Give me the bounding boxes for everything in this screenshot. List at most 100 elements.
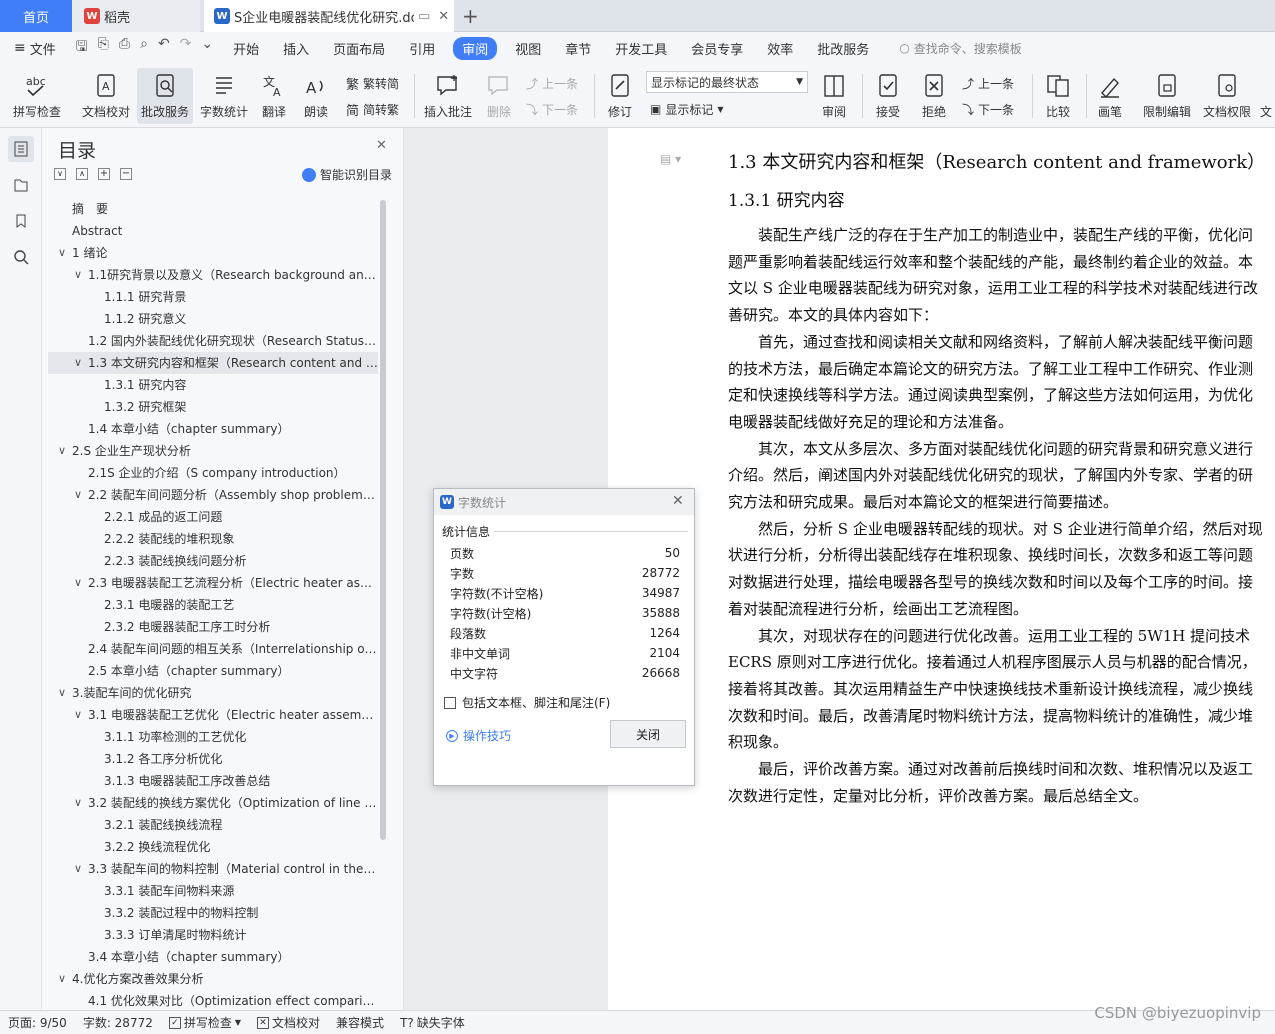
translate-button[interactable]: 文A 翻译 xyxy=(256,68,292,124)
print-icon[interactable]: ⎙ xyxy=(119,36,130,60)
toc-scrollbar[interactable] xyxy=(380,200,386,840)
document-body[interactable]: 装配生产线广泛的存在于生产加工的制造业中，装配生产线的平衡，优化问 题严重影响着装… xyxy=(728,222,1275,809)
toc-item[interactable]: 1.1.2 研究意义 xyxy=(48,308,378,330)
pen-button[interactable]: 画笔 xyxy=(1092,68,1128,124)
expand-all-icon[interactable]: ∨ xyxy=(54,168,66,180)
export-icon[interactable]: ⎘ xyxy=(98,36,109,60)
menu-item[interactable]: 批改服务 xyxy=(811,39,875,58)
hamburger-menu[interactable]: ≡ 文件 xyxy=(0,39,62,58)
read-aloud-button[interactable]: A 朗读 xyxy=(298,68,334,124)
expand-level-icon[interactable]: + xyxy=(98,168,110,180)
toc-rail-button[interactable] xyxy=(8,136,34,162)
simp-to-trad-button[interactable]: 简简转繁 xyxy=(346,98,399,120)
close-pane-icon[interactable]: ✕ xyxy=(376,138,387,153)
menu-item[interactable]: 会员专享 xyxy=(685,39,749,58)
toc-item[interactable]: 3.2.2 换线流程优化 xyxy=(48,836,378,858)
toc-item[interactable]: 2.3.2 电暖器装配工序工时分析 xyxy=(48,616,378,638)
menu-item[interactable]: 插入 xyxy=(277,39,315,58)
chevron-down-icon[interactable]: ∨ xyxy=(74,792,82,814)
toc-item[interactable]: 1.4 本章小结（chapter summary） xyxy=(48,418,378,440)
tab-document[interactable]: W S企业电暖器装配线优化研究.doc ▭ ✕ xyxy=(204,0,454,32)
find-rail-button[interactable] xyxy=(8,244,34,270)
menu-item[interactable]: 效率 xyxy=(761,39,799,58)
insert-comment-button[interactable]: 插入批注 xyxy=(422,68,474,124)
toc-item[interactable]: 3.1.2 各工序分析优化 xyxy=(48,748,378,770)
accept-button[interactable]: 接受 xyxy=(868,68,908,124)
collapse-level-icon[interactable]: − xyxy=(120,168,132,180)
menu-item[interactable]: 引用 xyxy=(403,39,441,58)
toc-item[interactable]: 3.1.3 电暖器装配工序改善总结 xyxy=(48,770,378,792)
document-proof-button[interactable]: A 文档校对 xyxy=(80,68,132,124)
menu-item[interactable]: 章节 xyxy=(559,39,597,58)
trad-to-simp-button[interactable]: 繁繁转简 xyxy=(346,72,399,94)
toc-item[interactable]: 1.1.1 研究背景 xyxy=(48,286,378,308)
compare-button[interactable]: 比较 xyxy=(1038,68,1078,124)
menu-item[interactable]: 页面布局 xyxy=(327,39,391,58)
chevron-down-icon[interactable]: ∨ xyxy=(58,682,66,704)
dialog-close-icon[interactable]: ✕ xyxy=(672,493,684,509)
toc-item[interactable]: 3.2.1 装配线换线流程 xyxy=(48,814,378,836)
chevron-down-icon[interactable]: ∨ xyxy=(58,440,66,462)
toc-item[interactable]: ∨ 2.2 装配车间问题分析（Assembly shop problem anal… xyxy=(48,484,378,506)
document-permission-button[interactable]: 文档权限 xyxy=(1200,68,1254,124)
chevron-down-icon[interactable]: ∨ xyxy=(74,352,82,374)
toc-item[interactable]: 1.2 国内外装配线优化研究现状（Research Status at home… xyxy=(48,330,378,352)
toc-item[interactable]: ∨ 3.2 装配线的换线方案优化（Optimization of line cha… xyxy=(48,792,378,814)
toc-item[interactable]: ∨ 1 绪论 xyxy=(48,242,378,264)
chapter-rail-button[interactable] xyxy=(8,172,34,198)
chevron-down-icon[interactable]: ∨ xyxy=(58,242,66,264)
toc-item[interactable]: 2.3.1 电暖器的装配工艺 xyxy=(48,594,378,616)
collapse-all-icon[interactable]: ∧ xyxy=(76,168,88,180)
word-count-button[interactable]: 字数统计 xyxy=(197,68,251,124)
review-pane-button[interactable]: 审阅 xyxy=(814,68,854,124)
toc-item[interactable]: 3.1.1 功率检测的工艺优化 xyxy=(48,726,378,748)
chevron-down-icon[interactable]: ∨ xyxy=(74,704,82,726)
prev-comment-button[interactable]: ⤴ 上一条 xyxy=(526,72,578,94)
undo-icon[interactable]: ↶ xyxy=(158,36,170,60)
word-count-indicator[interactable]: 字数: 28772 xyxy=(75,1014,161,1031)
toc-item[interactable]: 2.2.1 成品的返工问题 xyxy=(48,506,378,528)
toc-item[interactable]: ∨ 2.S 企业生产现状分析 xyxy=(48,440,378,462)
menu-item[interactable]: 开发工具 xyxy=(609,39,673,58)
track-changes-button[interactable]: 修订 xyxy=(600,68,640,124)
toc-item[interactable]: ∨ 2.3 电暖器装配工艺流程分析（Electric heater assembl… xyxy=(48,572,378,594)
correction-service-button[interactable]: 批改服务 xyxy=(137,68,193,124)
next-change-button[interactable]: ⤵ 下一条 xyxy=(962,98,1014,120)
toc-item[interactable]: 3.4 本章小结（chapter summary） xyxy=(48,946,378,968)
next-comment-button[interactable]: ⤵ 下一条 xyxy=(526,98,578,120)
close-tab-icon[interactable]: ✕ xyxy=(438,9,449,24)
markup-state-select[interactable]: 显示标记的最终状态 ▼ xyxy=(646,71,808,93)
toc-item[interactable]: ∨ 3.装配车间的优化研究 xyxy=(48,682,378,704)
page-options-icon[interactable]: ▤ ▾ xyxy=(660,152,681,166)
menu-item[interactable]: 视图 xyxy=(509,39,547,58)
reject-button[interactable]: 拒绝 xyxy=(914,68,954,124)
redo-icon[interactable]: ↷ xyxy=(180,36,192,60)
tips-link[interactable]: ▶ 操作技巧 xyxy=(446,727,511,744)
prev-change-button[interactable]: ⤴ 上一条 xyxy=(962,72,1014,94)
toc-item[interactable]: 3.3.3 订单清尾时物料统计 xyxy=(48,924,378,946)
chevron-down-icon[interactable]: ∨ xyxy=(74,572,82,594)
toc-item[interactable]: 4.1 优化效果对比（Optimization effect compariso… xyxy=(48,990,378,1012)
compat-mode[interactable]: 兼容模式 xyxy=(328,1014,392,1031)
menu-item[interactable]: 审阅 xyxy=(453,36,498,60)
new-tab-button[interactable]: + xyxy=(462,4,479,28)
chevron-down-icon[interactable]: ∨ xyxy=(74,484,82,506)
tab-home[interactable]: 首页 xyxy=(0,0,72,32)
toc-item[interactable]: 3.3.2 装配过程中的物料控制 xyxy=(48,902,378,924)
save-icon[interactable]: 🖫 xyxy=(76,36,88,60)
command-search[interactable]: ○ 查找命令、搜索模板 xyxy=(899,40,1022,57)
bookmark-rail-button[interactable] xyxy=(8,208,34,234)
menu-item[interactable]: 开始 xyxy=(227,39,265,58)
include-textbox-checkbox[interactable]: 包括文本框、脚注和尾注(F) xyxy=(444,694,610,711)
toc-item[interactable]: ∨ 3.3 装配车间的物料控制（Material control in the a… xyxy=(48,858,378,880)
toc-item[interactable]: Abstract xyxy=(48,220,378,242)
toc-item[interactable]: 摘 要 xyxy=(48,198,378,220)
spell-check-toggle[interactable]: ✓ 拼写检查 ▼ xyxy=(161,1014,249,1031)
more-ribbon-button[interactable]: 文 xyxy=(1260,68,1275,124)
toc-item[interactable]: 1.3.2 研究框架 xyxy=(48,396,378,418)
toc-item[interactable]: ∨ 4.优化方案改善效果分析 xyxy=(48,968,378,990)
toc-item[interactable]: 1.3.1 研究内容 xyxy=(48,374,378,396)
quick-more-icon[interactable]: ⌄ xyxy=(201,36,213,60)
show-markup-button[interactable]: ▣ 显示标记 ▼ xyxy=(650,98,724,120)
restrict-editing-button[interactable]: 限制编辑 xyxy=(1140,68,1194,124)
